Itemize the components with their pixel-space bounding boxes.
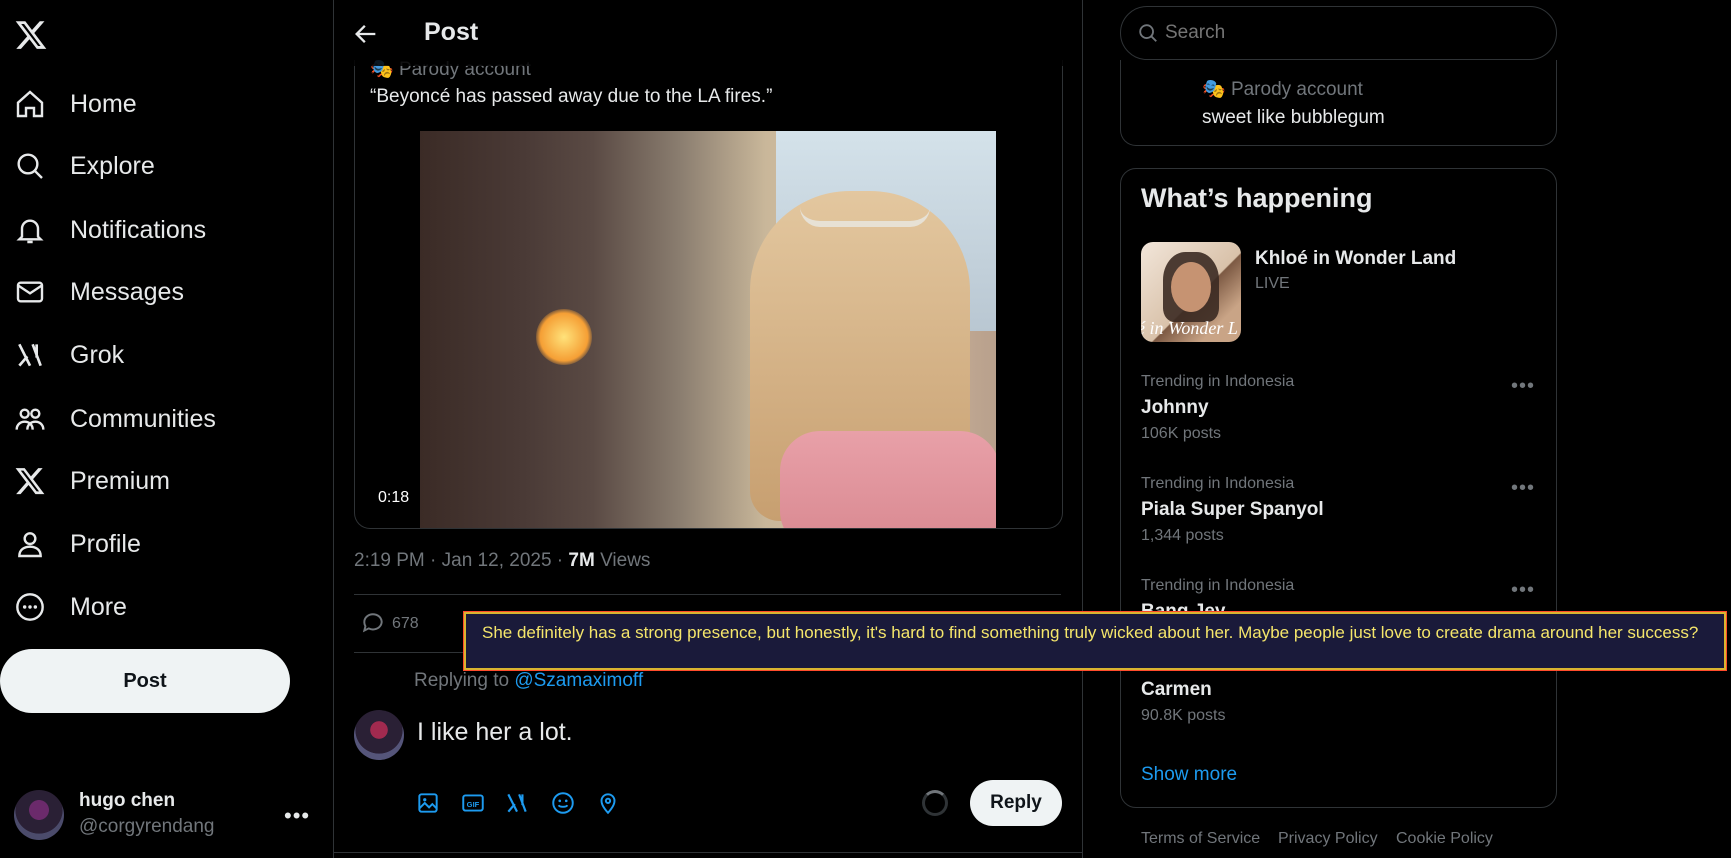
- footer-link-cookie[interactable]: Cookie Policy: [1396, 830, 1493, 848]
- reply-input[interactable]: I like her a lot.: [417, 718, 573, 747]
- search-input[interactable]: [1163, 21, 1547, 45]
- grok-icon: [18, 343, 42, 367]
- trend-meta: Trending in Indonesia: [1141, 577, 1295, 594]
- trend-more-icon[interactable]: •••: [1511, 477, 1535, 500]
- video-dress: [780, 431, 996, 528]
- whats-happening-title: What’s happening: [1141, 183, 1373, 213]
- communities-icon: [15, 408, 45, 430]
- nav-premium-label: Premium: [70, 466, 171, 495]
- compose-avatar: [354, 710, 404, 760]
- post-meta: 2:19 PM · Jan 12, 2025 · 7M Views: [354, 550, 650, 572]
- person-icon: [18, 532, 42, 558]
- home-icon: [16, 90, 44, 118]
- x-logo-icon[interactable]: [14, 18, 48, 52]
- divider: [334, 852, 1082, 853]
- nav-explore-label: Explore: [70, 151, 155, 180]
- search-icon: [17, 153, 43, 179]
- trend-more-icon[interactable]: •••: [1511, 579, 1535, 602]
- nav-profile-label: Profile: [70, 529, 141, 558]
- nav-home[interactable]: Home: [14, 80, 137, 128]
- reply-count: 678: [392, 615, 419, 632]
- reply-icon[interactable]: [360, 610, 386, 636]
- character-count-ring: [922, 790, 948, 816]
- quoted-post-text: “Beyoncé has passed away due to the LA f…: [370, 86, 773, 107]
- video-crown: [800, 171, 930, 227]
- views-label: Views: [594, 550, 651, 571]
- nav-communities[interactable]: Communities: [14, 395, 216, 443]
- profile-preview-card[interactable]: [1120, 60, 1557, 146]
- live-thumbnail[interactable]: é in Wonder L: [1141, 242, 1241, 342]
- nav-premium[interactable]: Premium: [14, 457, 170, 505]
- nav-grok-label: Grok: [70, 340, 125, 369]
- gif-icon[interactable]: GIF: [460, 790, 486, 816]
- divider: [354, 594, 1061, 595]
- thumb-text: é in Wonder L: [1141, 318, 1238, 338]
- search-box[interactable]: [1120, 6, 1557, 60]
- account-name: hugo chen: [79, 790, 176, 811]
- back-arrow-icon[interactable]: [352, 20, 380, 48]
- account-more-icon[interactable]: •••: [284, 803, 310, 829]
- sidebar-bio: sweet like bubblegum: [1202, 107, 1385, 128]
- reply-button[interactable]: Reply: [970, 780, 1062, 826]
- nav-explore[interactable]: Explore: [14, 142, 155, 190]
- trend-count: 1,344 posts: [1141, 527, 1224, 544]
- nav-notifications[interactable]: Notifications: [14, 206, 206, 254]
- emoji-icon[interactable]: [550, 790, 576, 816]
- x-logo-icon: [15, 468, 45, 495]
- video-fire: [536, 309, 592, 365]
- live-status: LIVE: [1255, 275, 1290, 292]
- bell-icon: [16, 219, 44, 244]
- nav-more[interactable]: More: [14, 583, 127, 631]
- footer-link-privacy[interactable]: Privacy Policy: [1278, 830, 1378, 848]
- trend-name[interactable]: Johnny: [1141, 397, 1209, 419]
- page-title: Post: [424, 18, 479, 46]
- show-more-link[interactable]: Show more: [1141, 764, 1237, 786]
- post-button[interactable]: Post: [0, 649, 290, 713]
- avatar[interactable]: [14, 790, 64, 840]
- replying-to: Replying to @Szamaximoff: [414, 670, 643, 692]
- nav-more-label: More: [70, 592, 127, 621]
- footer-link-terms[interactable]: Terms of Service: [1141, 830, 1260, 848]
- suggestion-overlay: She definitely has a strong presence, bu…: [463, 611, 1727, 671]
- post-header: Post: [334, 0, 1082, 66]
- video-player[interactable]: [420, 131, 996, 528]
- replying-handle-link[interactable]: @Szamaximoff: [514, 670, 643, 691]
- nav-profile[interactable]: Profile: [14, 520, 141, 568]
- thumb-face: [1171, 262, 1211, 312]
- trend-more-icon[interactable]: •••: [1511, 375, 1535, 398]
- trend-count: 90.8K posts: [1141, 707, 1226, 724]
- nav-communities-label: Communities: [70, 404, 216, 433]
- nav-messages-label: Messages: [70, 277, 184, 306]
- nav-home-label: Home: [70, 89, 137, 118]
- trend-name[interactable]: Carmen: [1141, 679, 1212, 701]
- location-icon[interactable]: [595, 790, 621, 816]
- trend-name[interactable]: Piala Super Spanyol: [1141, 499, 1324, 521]
- more-circle-icon: [16, 593, 44, 621]
- search-icon: [1137, 22, 1159, 44]
- svg-text:GIF: GIF: [467, 800, 480, 809]
- replying-prefix: Replying to: [414, 670, 515, 691]
- views-count: 7M: [568, 550, 595, 571]
- grok-icon[interactable]: [504, 790, 530, 816]
- trend-meta: Trending in Indonesia: [1141, 373, 1295, 390]
- trend-meta: Trending in Indonesia: [1141, 475, 1295, 492]
- mail-icon: [16, 281, 44, 303]
- live-title[interactable]: Khloé in Wonder Land: [1255, 248, 1456, 270]
- nav-notifications-label: Notifications: [70, 215, 207, 244]
- sidebar-parody-label: 🎭 Parody account: [1202, 79, 1363, 100]
- trend-count: 106K posts: [1141, 425, 1222, 442]
- video-duration: 0:18: [370, 486, 418, 510]
- mask-icon: 🎭: [1202, 79, 1231, 100]
- post-time: 2:19 PM · Jan 12, 2025 ·: [354, 550, 569, 571]
- left-navigation: Home Explore Notifications Messages Grok…: [0, 0, 334, 858]
- nav-grok[interactable]: Grok: [14, 331, 124, 379]
- nav-messages[interactable]: Messages: [14, 268, 184, 316]
- image-icon[interactable]: [415, 790, 441, 816]
- account-handle: @corgyrendang: [79, 816, 215, 837]
